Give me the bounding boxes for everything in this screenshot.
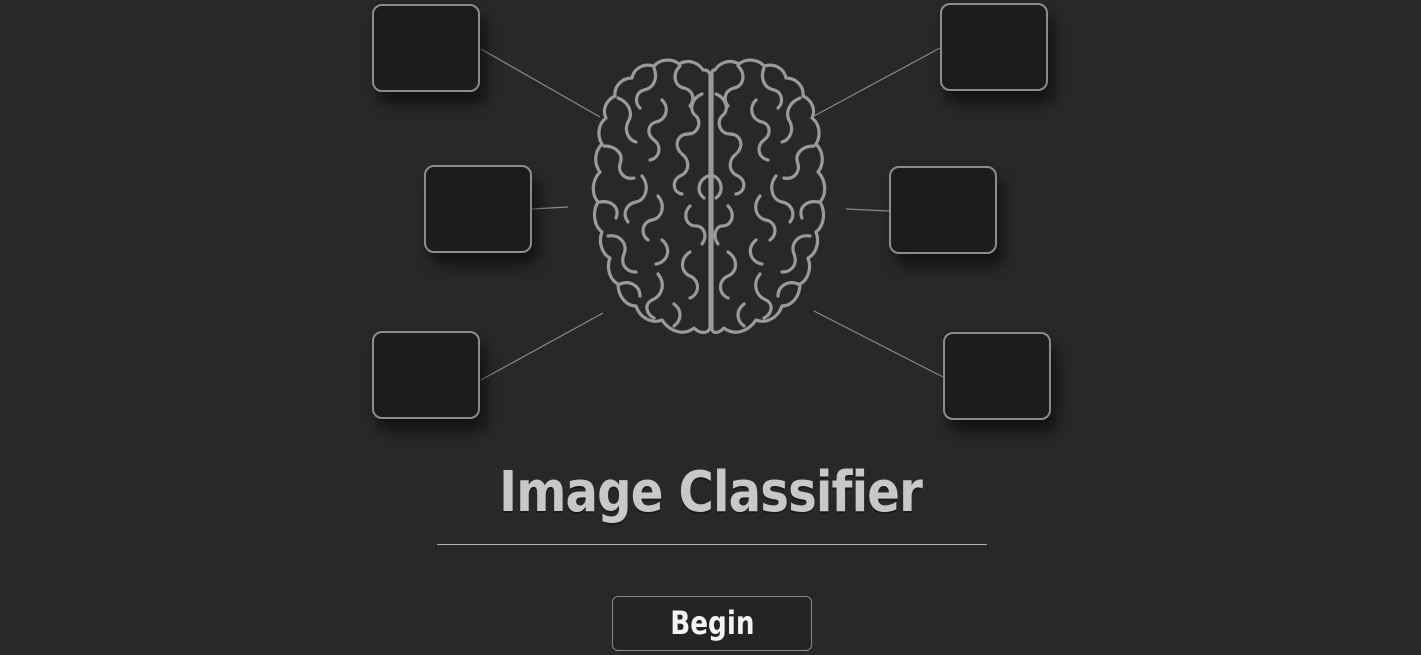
begin-button-label: Begin — [669, 604, 755, 642]
image-slot-middle-right — [889, 166, 997, 254]
landing-screen: Image Classifier Begin — [0, 0, 1421, 655]
begin-button[interactable]: Begin — [612, 596, 812, 651]
image-slot-top-left — [372, 4, 480, 92]
page-title: Image Classifier — [499, 460, 923, 525]
image-slot-bottom-left — [372, 331, 480, 419]
brain-icon — [591, 58, 827, 335]
title-divider — [437, 544, 987, 545]
image-slot-bottom-right — [943, 332, 1051, 420]
image-slot-top-right — [940, 3, 1048, 91]
image-slot-middle-left — [424, 165, 532, 253]
